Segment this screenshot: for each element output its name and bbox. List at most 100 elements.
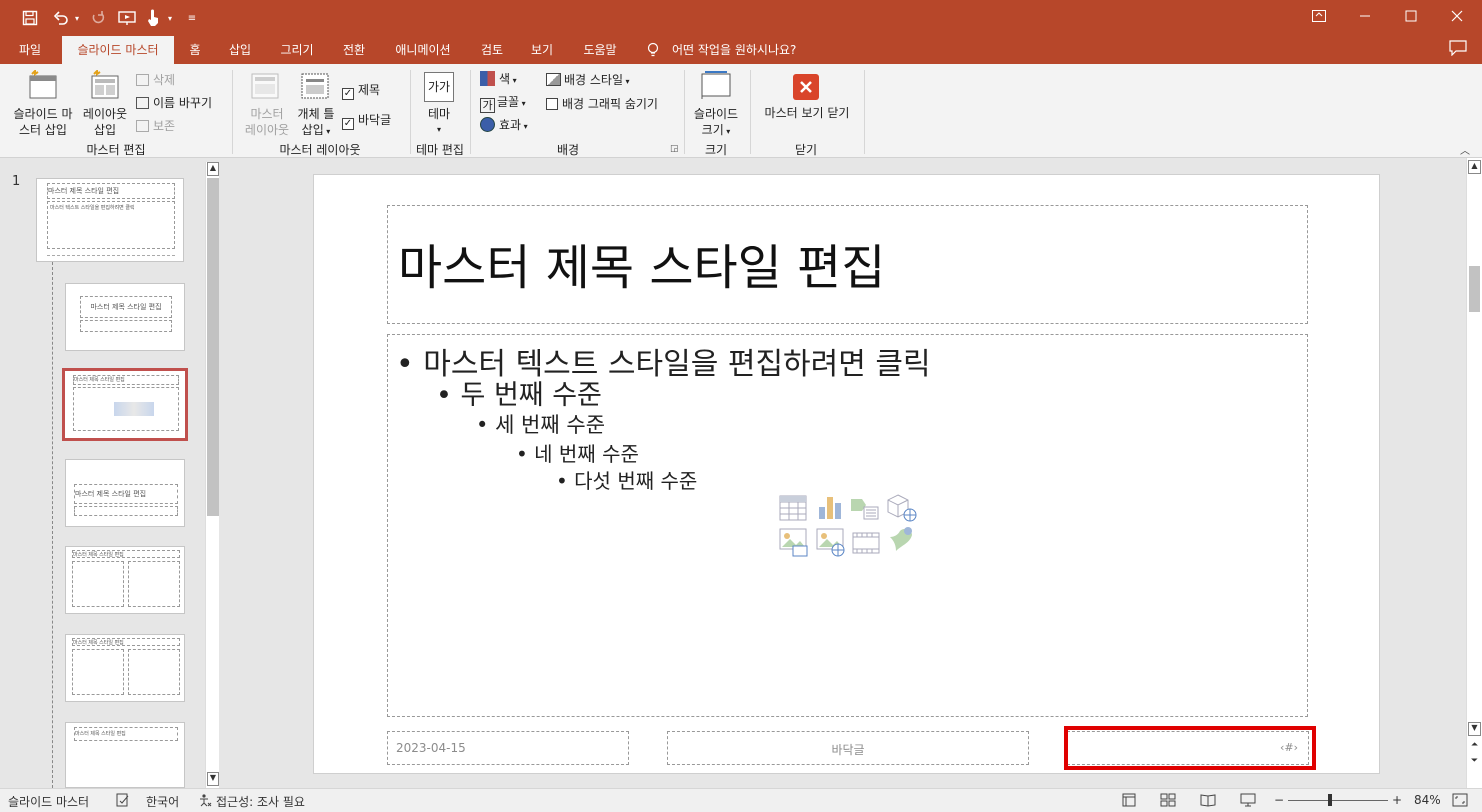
rename-button[interactable]: 이름 바꾸기: [136, 94, 212, 111]
insert-placeholder-icon[interactable]: [300, 72, 332, 102]
footer-checkbox[interactable]: ✓ 바닥글: [342, 111, 391, 130]
tell-me-search[interactable]: 어떤 작업을 원하시나요?: [672, 36, 796, 64]
slide-size-icon[interactable]: [700, 70, 732, 100]
zoom-in-button[interactable]: +: [1392, 793, 1402, 807]
slide-master-thumbnail[interactable]: 마스터 제목 스타일 편집 마스터 텍스트 스타일을 편집하려면 클릭: [36, 178, 184, 262]
fonts-button[interactable]: 가 글꼴 ▾: [480, 93, 526, 113]
group-label-master-layout: 마스터 레이아웃: [279, 143, 361, 157]
dialog-launcher-icon[interactable]: ◲: [670, 144, 679, 154]
date-placeholder[interactable]: 2023-04-15: [387, 731, 629, 765]
accessibility-icon[interactable]: [198, 793, 212, 810]
comments-icon[interactable]: [1448, 40, 1468, 58]
ribbon-display-options-icon[interactable]: [1296, 0, 1342, 32]
tab-help[interactable]: 도움말: [576, 36, 624, 64]
content-placeholder[interactable]: • 마스터 텍스트 스타일을 편집하려면 클릭 • 두 번째 수준 • 세 번째…: [387, 334, 1308, 717]
slide-canvas: 마스터 제목 스타일 편집 • 마스터 텍스트 스타일을 편집하려면 클릭 • …: [313, 174, 1380, 774]
layout-thumbnail[interactable]: 마스터 제목 스타일 편집: [65, 546, 185, 614]
scrollbar-thumb[interactable]: [1469, 266, 1480, 312]
thumb-body-text: 마스터 텍스트 스타일을 편집하려면 클릭: [50, 205, 135, 211]
layout-thumbnail[interactable]: 마스터 제목 스타일 편집: [65, 283, 185, 351]
zoom-slider-track[interactable]: [1288, 800, 1388, 801]
undo-icon[interactable]: [50, 6, 72, 30]
reading-view-icon[interactable]: [1200, 793, 1216, 810]
scroll-up-icon[interactable]: ▲: [207, 162, 219, 176]
scroll-up-icon[interactable]: ▲: [1468, 160, 1481, 174]
zoom-level[interactable]: 84%: [1414, 793, 1441, 807]
collapse-ribbon-icon[interactable]: ︿: [1460, 142, 1470, 157]
slide-scrollbar[interactable]: ▲ ▼ ⏶ ⏷: [1466, 158, 1482, 788]
zoom-slider-thumb[interactable]: [1328, 794, 1332, 806]
effects-button[interactable]: 효과 ▾: [480, 116, 528, 133]
normal-view-icon[interactable]: [1122, 793, 1136, 810]
present-from-start-icon[interactable]: [116, 6, 138, 30]
insert-pictures-icon[interactable]: [779, 528, 809, 558]
insert-3d-model-icon[interactable]: [886, 493, 918, 523]
scroll-down-icon[interactable]: ▼: [1468, 722, 1481, 736]
thumbnail-scrollbar[interactable]: ▲ ▼: [205, 162, 219, 788]
spelling-check-icon[interactable]: [116, 793, 130, 810]
close-master-view-button[interactable]: 마스터 보기 닫기: [758, 104, 856, 121]
status-language[interactable]: 한국어: [146, 793, 179, 810]
colors-button[interactable]: 색 ▾: [480, 70, 517, 87]
tab-review[interactable]: 검토: [474, 36, 510, 64]
background-styles-button[interactable]: 배경 스타일 ▾: [546, 71, 630, 88]
themes-icon[interactable]: 가가: [424, 72, 454, 102]
insert-video-icon[interactable]: [852, 531, 880, 555]
tab-insert[interactable]: 삽입: [222, 36, 258, 64]
scrollbar-thumb[interactable]: [207, 178, 219, 516]
title-placeholder[interactable]: 마스터 제목 스타일 편집: [387, 205, 1308, 324]
layout-thumbnail[interactable]: 마스터 제목 스타일 편집: [65, 634, 185, 702]
tab-home[interactable]: 홈: [182, 36, 208, 64]
insert-layout-icon[interactable]: [88, 68, 120, 100]
ribbon-separator: [864, 70, 865, 154]
slide-size-button[interactable]: 슬라이드 크기 ▾: [690, 106, 742, 140]
slide-sorter-icon[interactable]: [1160, 793, 1176, 810]
save-icon[interactable]: [18, 6, 42, 30]
previous-slide-icon[interactable]: ⏶: [1468, 740, 1481, 754]
customize-qat-icon[interactable]: ≡: [184, 6, 200, 30]
rename-label: 이름 바꾸기: [153, 96, 213, 110]
touch-dropdown-icon[interactable]: ▾: [164, 6, 176, 30]
hide-background-graphics-checkbox[interactable]: 배경 그래픽 숨기기: [546, 95, 658, 112]
fit-to-window-icon[interactable]: [1452, 793, 1468, 810]
status-accessibility[interactable]: 접근성: 조사 필요: [216, 793, 305, 810]
insert-icons-icon[interactable]: [886, 525, 916, 557]
rename-icon: [136, 97, 149, 109]
footer-placeholder[interactable]: 바닥글: [667, 731, 1029, 765]
maximize-icon[interactable]: [1388, 0, 1434, 32]
minimize-icon[interactable]: [1342, 0, 1388, 32]
insert-table-icon[interactable]: [779, 495, 807, 521]
layout-thumbnail[interactable]: 마스터 제목 스타일 편집: [65, 459, 185, 527]
tab-animations[interactable]: 애니메이션: [388, 36, 458, 64]
tab-file[interactable]: 파일: [8, 36, 52, 64]
tab-view[interactable]: 보기: [524, 36, 560, 64]
insert-smartart-icon[interactable]: [850, 495, 880, 521]
layout-thumbnail-selected[interactable]: 마스터 제목 스타일 편집: [62, 368, 188, 441]
touch-mode-icon[interactable]: [142, 6, 164, 30]
date-text: 2023-04-15: [396, 741, 466, 755]
insert-placeholder-label-2: 삽입: [301, 123, 324, 137]
layout-thumbnail[interactable]: 마스터 제목 스타일 편집: [65, 722, 185, 788]
undo-dropdown-icon[interactable]: ▾: [72, 6, 82, 30]
insert-layout-button[interactable]: 레이아웃 삽입: [78, 106, 132, 138]
tab-transitions[interactable]: 전환: [336, 36, 372, 64]
insert-slide-master-button[interactable]: 슬라이드 마 스터 삽입: [10, 106, 76, 138]
checkbox-checked-icon: ✓: [342, 88, 354, 100]
close-icon[interactable]: [1434, 0, 1480, 32]
slide-show-icon[interactable]: [1240, 793, 1256, 810]
title-checkbox[interactable]: ✓ 제목: [342, 81, 380, 100]
tab-draw[interactable]: 그리기: [274, 36, 320, 64]
insert-chart-icon[interactable]: [816, 493, 844, 521]
title-checkbox-label: 제목: [358, 83, 381, 97]
scroll-down-icon[interactable]: ▼: [207, 772, 219, 786]
delete-button: 삭제: [136, 71, 175, 88]
themes-button[interactable]: 테마 ▾: [422, 106, 456, 138]
insert-placeholder-button[interactable]: 개체 틀 삽입 ▾: [290, 106, 342, 140]
close-master-view-icon[interactable]: [793, 74, 819, 100]
insert-online-pictures-icon[interactable]: [816, 528, 846, 558]
tab-slide-master[interactable]: 슬라이드 마스터: [62, 36, 174, 64]
zoom-out-button[interactable]: −: [1274, 793, 1284, 807]
insert-slide-master-icon[interactable]: [26, 68, 58, 100]
next-slide-icon[interactable]: ⏷: [1468, 756, 1481, 770]
status-view-name: 슬라이드 마스터: [8, 795, 90, 809]
